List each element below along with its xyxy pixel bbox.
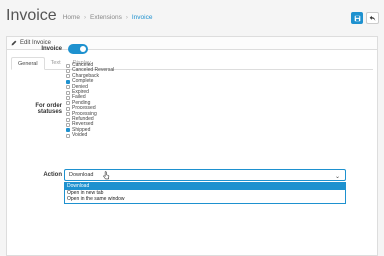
checkbox[interactable]	[66, 85, 70, 90]
breadcrumb-separator-icon: ›	[125, 14, 128, 21]
tab-text[interactable]: Text	[45, 57, 67, 70]
checkbox[interactable]	[66, 106, 70, 111]
status-voided[interactable]: Voided	[66, 132, 114, 139]
breadcrumb-home[interactable]: Home	[63, 14, 80, 21]
chevron-down-icon: ⌄	[334, 174, 340, 180]
toggle-knob	[80, 46, 86, 52]
save-button[interactable]	[351, 12, 363, 24]
breadcrumb-extensions[interactable]: Extensions	[90, 14, 122, 21]
mouse-pointer-icon	[103, 171, 110, 180]
reply-icon	[369, 15, 376, 21]
order-statuses-label: For order statuses	[35, 103, 62, 115]
checkbox[interactable]	[66, 69, 70, 74]
checkbox[interactable]	[66, 122, 70, 127]
checkbox[interactable]	[66, 90, 70, 95]
breadcrumb-invoice[interactable]: Invoice	[132, 14, 153, 21]
pencil-icon	[11, 40, 17, 46]
action-label: Action	[43, 172, 62, 178]
invoice-label: Invoice	[41, 46, 62, 52]
status-label: Voided	[72, 132, 88, 139]
option-open-same-window[interactable]: Open in the same window	[65, 196, 345, 203]
page-title: Invoice	[6, 7, 57, 24]
tab-general[interactable]: General	[11, 57, 45, 70]
order-status-list: Canceled Canceled Reversal Chargeback Co…	[66, 62, 114, 139]
invoice-toggle[interactable]	[68, 44, 88, 54]
action-dropdown: Download Open in new tab Open in the sam…	[64, 182, 346, 204]
checkbox[interactable]	[66, 117, 70, 122]
checkbox[interactable]	[66, 112, 70, 117]
breadcrumb-separator-icon: ›	[84, 14, 87, 21]
checkbox-checked[interactable]	[66, 79, 70, 84]
checkbox[interactable]	[66, 63, 70, 68]
panel-heading: Edit Invoice	[7, 37, 377, 50]
back-button[interactable]	[366, 12, 379, 24]
checkbox[interactable]	[66, 133, 70, 138]
checkbox[interactable]	[66, 96, 70, 101]
checkbox[interactable]	[66, 74, 70, 79]
page-header: Invoice Home › Extensions › Invoice	[0, 0, 384, 32]
edit-invoice-panel: Edit Invoice General Text Display	[6, 36, 378, 256]
checkbox-checked[interactable]	[66, 128, 70, 133]
action-select-value: Download	[69, 172, 94, 178]
save-icon	[354, 15, 360, 21]
checkbox[interactable]	[66, 101, 70, 106]
breadcrumb: Home › Extensions › Invoice	[63, 14, 153, 21]
